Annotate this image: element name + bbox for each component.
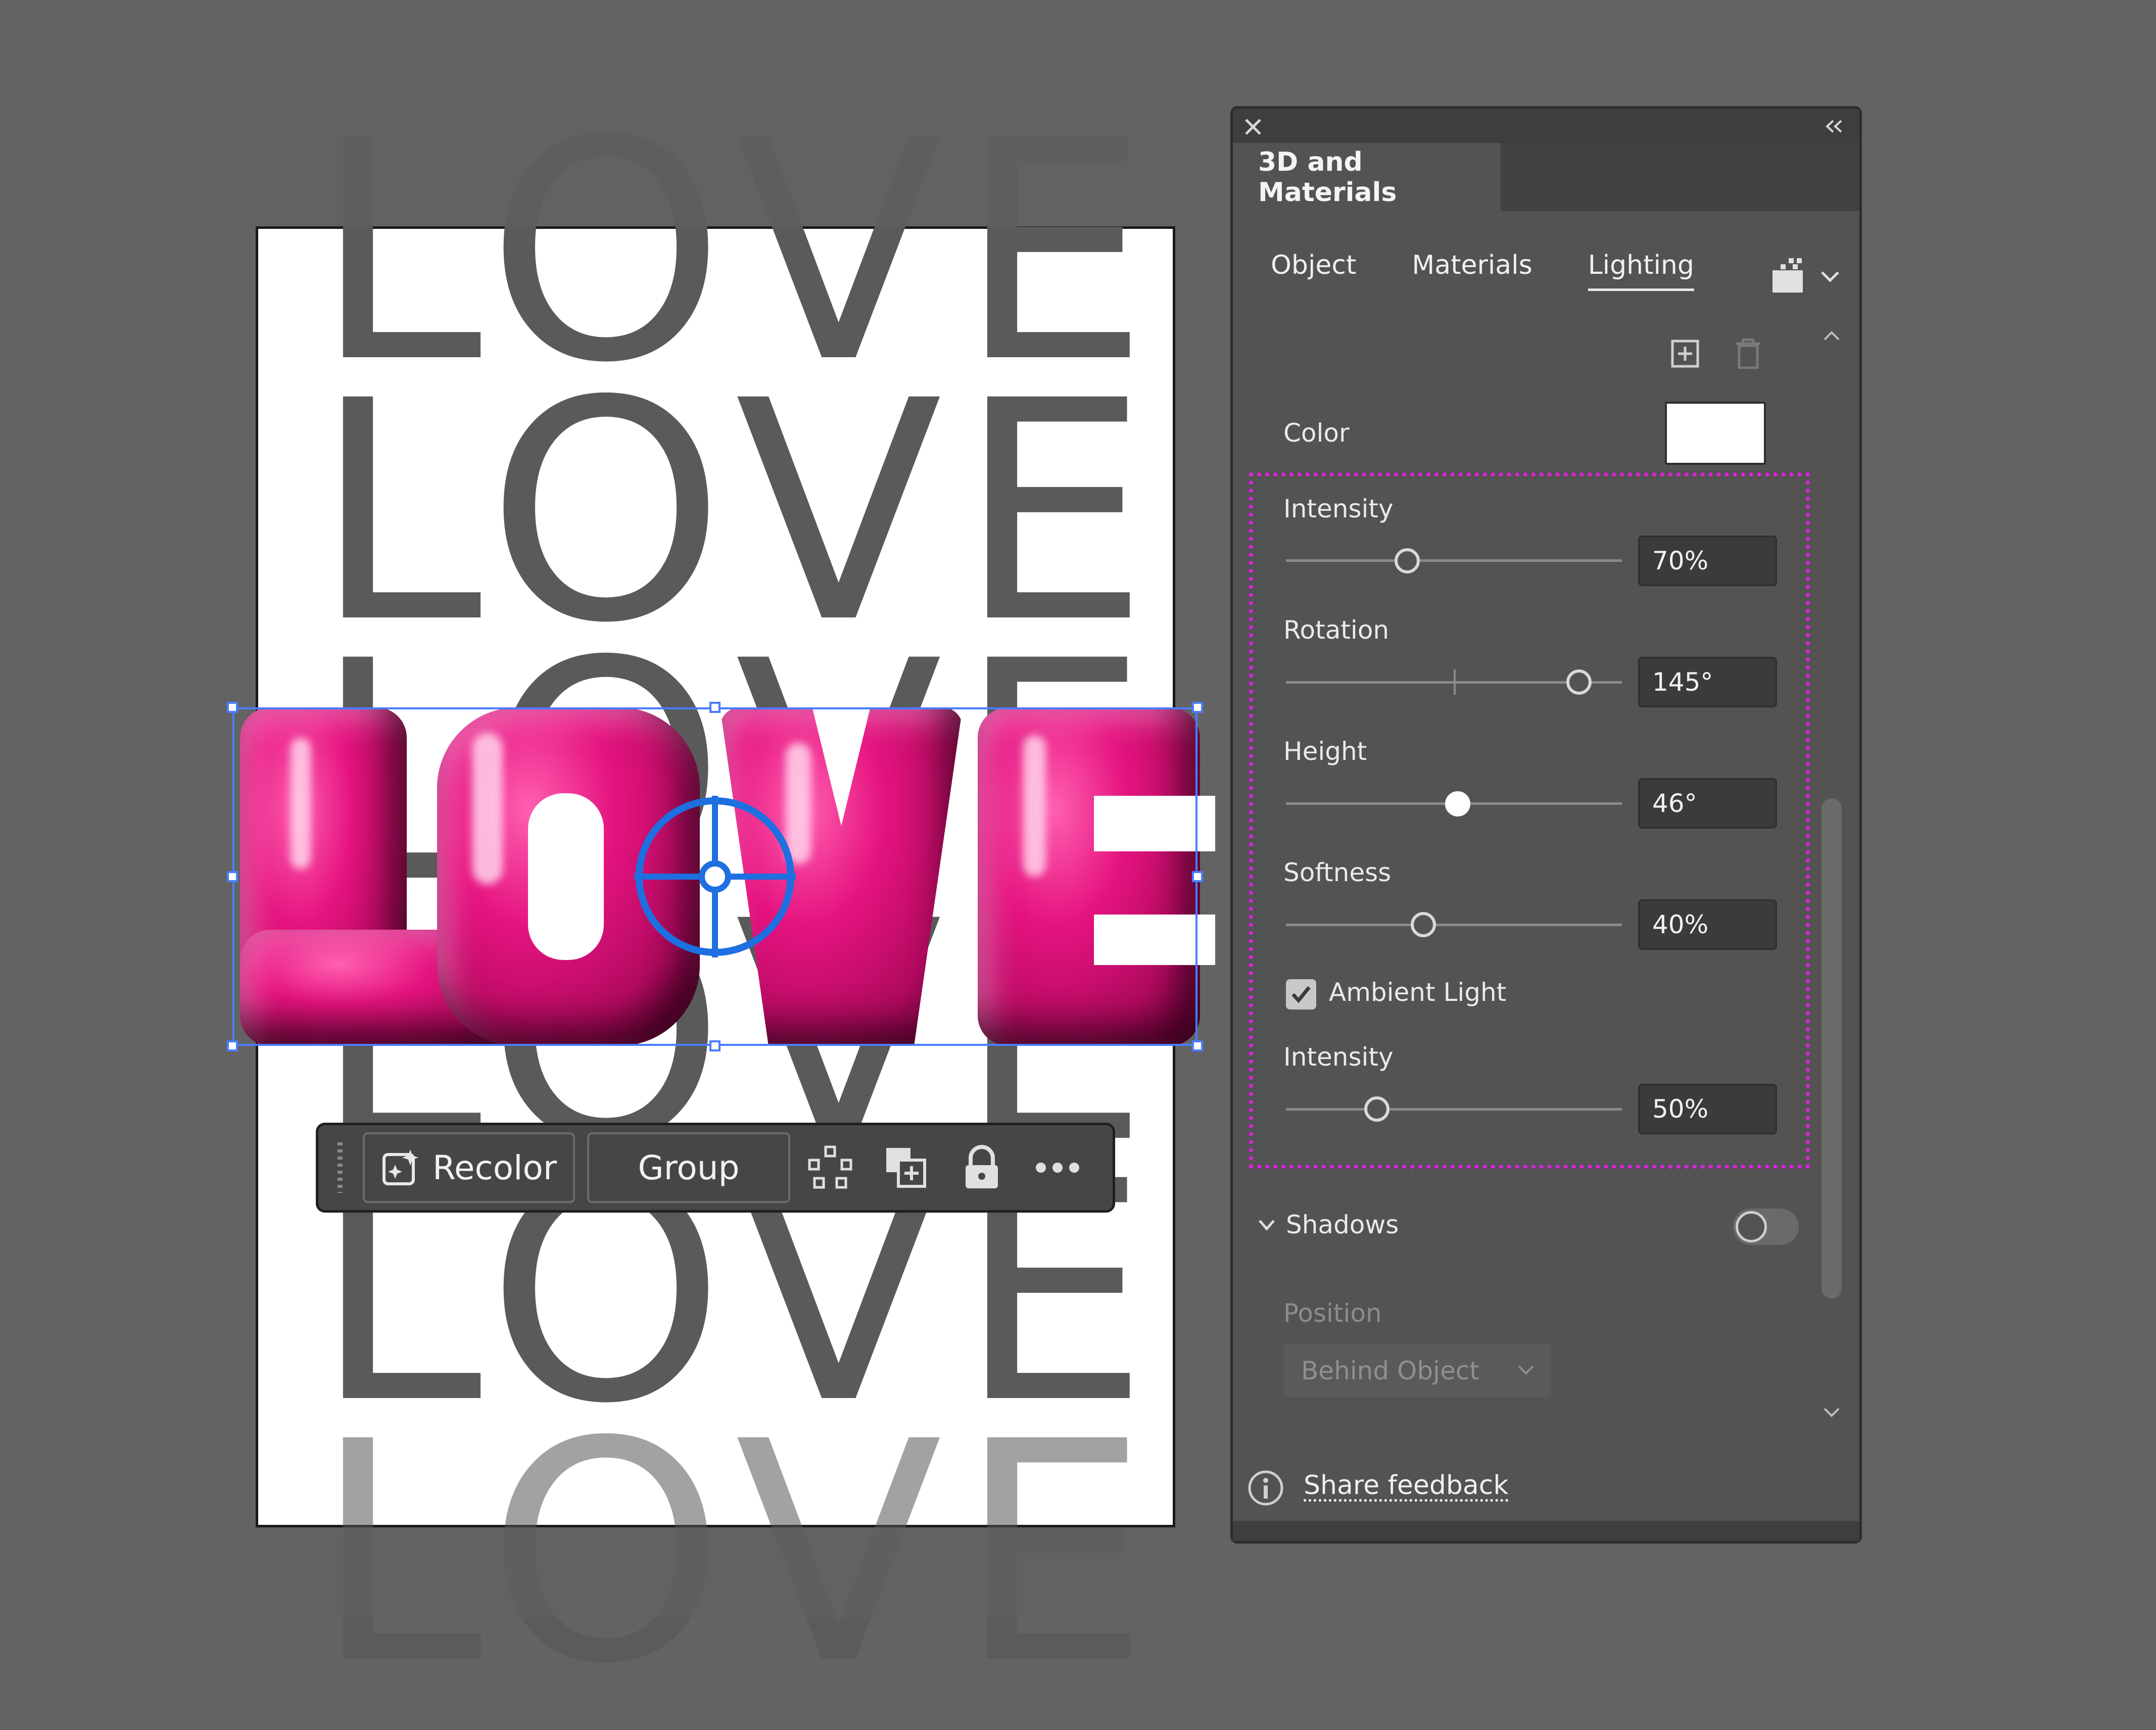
light-color-swatch[interactable]	[1665, 402, 1766, 465]
group-button[interactable]: Group	[587, 1132, 790, 1203]
panel-tab-strip: 3D and Materials	[1233, 143, 1859, 211]
scrollbar-thumb[interactable]	[1822, 798, 1842, 1299]
color-label: Color	[1283, 418, 1350, 448]
isolate-points-icon[interactable]	[802, 1140, 858, 1195]
share-feedback-link[interactable]: Share feedback	[1304, 1470, 1508, 1501]
drag-grip-icon[interactable]	[338, 1142, 343, 1193]
checkmark-icon	[1291, 986, 1311, 1003]
canvas-area[interactable]: LOVE LOVE LOVE LOVE LOVE LOVE	[0, 0, 1215, 1705]
ambient-intensity-field[interactable]: 50%	[1638, 1084, 1777, 1134]
position-selected-value: Behind Object	[1301, 1356, 1479, 1385]
resize-handle[interactable]	[709, 1040, 721, 1051]
resize-handle[interactable]	[1192, 702, 1203, 713]
recolor-button[interactable]: Recolor	[363, 1132, 575, 1203]
add-light-icon[interactable]	[1670, 339, 1700, 369]
resize-handle[interactable]	[1192, 1040, 1203, 1051]
softness-slider-knob[interactable]	[1411, 912, 1436, 937]
panel-header	[1233, 109, 1859, 143]
tab-lighting[interactable]: Lighting	[1588, 250, 1694, 291]
lighting-subtabs: Object Materials Lighting	[1271, 250, 1694, 291]
shadows-toggle[interactable]	[1733, 1209, 1799, 1245]
intensity-field[interactable]: 70%	[1638, 536, 1777, 586]
lock-icon[interactable]	[954, 1140, 1010, 1195]
softness-slider[interactable]	[1286, 924, 1622, 926]
height-label: Height	[1283, 737, 1367, 766]
scroll-up-icon[interactable]	[1822, 328, 1842, 344]
softness-label: Softness	[1283, 858, 1392, 887]
close-icon[interactable]	[1244, 118, 1262, 136]
rotation-slider-knob[interactable]	[1566, 669, 1592, 695]
position-label: Position	[1283, 1299, 1382, 1328]
toggle-knob	[1736, 1211, 1767, 1242]
duplicate-icon[interactable]	[878, 1140, 934, 1195]
group-label: Group	[638, 1148, 740, 1187]
tab-object[interactable]: Object	[1271, 250, 1356, 291]
panel-resize-bar[interactable]	[1233, 1521, 1859, 1541]
ambient-intensity-label: Intensity	[1283, 1042, 1394, 1072]
ambient-light-checkbox[interactable]	[1286, 979, 1316, 1010]
intensity-slider[interactable]	[1286, 559, 1622, 562]
recolor-sparkle-icon	[382, 1149, 418, 1185]
resize-handle[interactable]	[1192, 871, 1203, 882]
resize-handle[interactable]	[227, 871, 238, 882]
height-field[interactable]: 46°	[1638, 778, 1777, 829]
info-icon	[1248, 1470, 1283, 1506]
resize-handle[interactable]	[227, 1040, 238, 1051]
pasteboard-shade	[0, 1527, 1213, 1617]
ambient-light-label[interactable]: Ambient Light	[1329, 978, 1506, 1007]
render-settings-icon[interactable]	[1768, 255, 1809, 296]
rotation-center-tick	[1454, 669, 1456, 695]
intensity-slider-knob[interactable]	[1395, 548, 1420, 573]
contextual-task-bar: Recolor Group	[316, 1123, 1115, 1213]
intensity-label: Intensity	[1283, 494, 1394, 523]
chevron-down-icon	[1518, 1365, 1534, 1375]
resize-handle[interactable]	[227, 702, 238, 713]
pasteboard-shade	[0, 0, 1213, 226]
more-options-icon[interactable]	[1030, 1140, 1085, 1195]
chevron-down-icon[interactable]	[1819, 269, 1841, 284]
shadows-chevron-down-icon[interactable]	[1257, 1218, 1277, 1233]
rotation-field[interactable]: 145°	[1638, 657, 1777, 707]
shadows-label[interactable]: Shadows	[1286, 1210, 1399, 1239]
resize-handle[interactable]	[709, 702, 721, 713]
collapse-panel-icon[interactable]	[1824, 119, 1844, 134]
recolor-label: Recolor	[432, 1148, 557, 1187]
scroll-down-icon[interactable]	[1822, 1405, 1842, 1420]
panel-title: 3D and Materials	[1258, 147, 1397, 208]
ambient-intensity-slider[interactable]	[1286, 1108, 1622, 1111]
height-slider-knob[interactable]	[1445, 791, 1470, 816]
delete-light-icon[interactable]	[1734, 339, 1762, 369]
position-dropdown[interactable]: Behind Object	[1283, 1344, 1551, 1397]
panel-tab-3d-materials[interactable]: 3D and Materials	[1233, 143, 1501, 211]
rotation-label: Rotation	[1283, 615, 1390, 645]
tab-materials[interactable]: Materials	[1412, 250, 1532, 291]
light-position-target-icon[interactable]	[634, 796, 796, 957]
softness-field[interactable]: 40%	[1638, 899, 1777, 950]
ambient-intensity-slider-knob[interactable]	[1364, 1096, 1390, 1122]
